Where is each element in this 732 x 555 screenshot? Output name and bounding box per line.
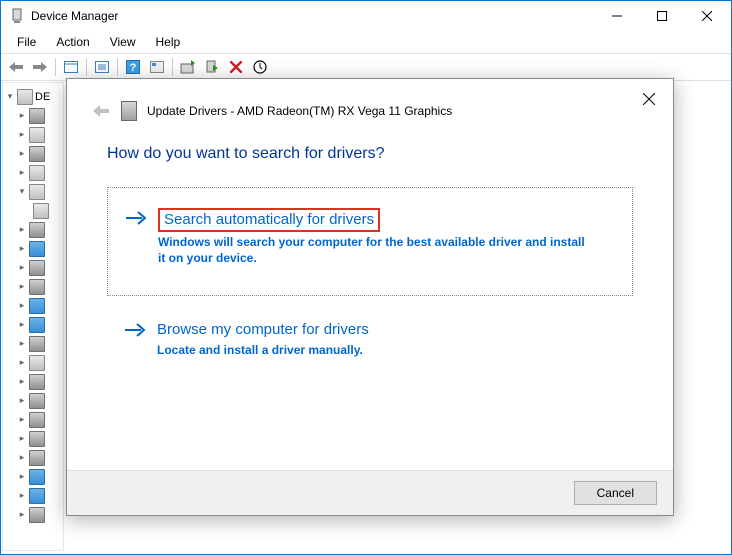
chevron-right-icon[interactable]: ▸	[17, 377, 27, 387]
back-arrow-icon[interactable]	[91, 101, 111, 121]
option-browse[interactable]: Browse my computer for drivers Locate an…	[107, 314, 633, 364]
properties-button[interactable]	[91, 56, 113, 78]
option-browse-title: Browse my computer for drivers	[157, 320, 369, 340]
device-category-icon	[29, 298, 45, 314]
device-category-icon	[29, 146, 45, 162]
device-category-icon	[29, 336, 45, 352]
device-category-icon	[29, 127, 45, 143]
menu-file[interactable]: File	[9, 33, 44, 51]
chevron-down-icon[interactable]: ▾	[17, 187, 27, 197]
chevron-right-icon[interactable]: ▸	[17, 396, 27, 406]
menu-view[interactable]: View	[102, 33, 144, 51]
scan-button[interactable]	[146, 56, 168, 78]
chevron-right-icon[interactable]: ▸	[17, 510, 27, 520]
option-search-auto[interactable]: Search automatically for drivers Windows…	[126, 202, 614, 273]
chevron-right-icon[interactable]: ▸	[17, 472, 27, 482]
device-category-icon	[29, 374, 45, 390]
update-driver-button[interactable]	[177, 56, 199, 78]
chevron-down-icon[interactable]: ▾	[5, 92, 15, 102]
device-category-icon	[29, 450, 45, 466]
update-driver-dialog: Update Drivers - AMD Radeon(TM) RX Vega …	[66, 78, 674, 516]
arrow-right-icon	[125, 323, 145, 339]
device-category-icon	[29, 507, 45, 523]
close-button[interactable]	[684, 2, 729, 31]
menu-action[interactable]: Action	[48, 33, 97, 51]
device-category-icon	[29, 317, 45, 333]
svg-text:?: ?	[130, 62, 137, 74]
forward-button[interactable]	[29, 56, 51, 78]
option-auto-desc: Windows will search your computer for th…	[158, 234, 588, 268]
device-category-icon	[29, 488, 45, 504]
device-category-icon	[29, 412, 45, 428]
device-category-icon	[29, 184, 45, 200]
device-category-icon	[29, 469, 45, 485]
maximize-button[interactable]	[639, 2, 684, 31]
menu-help[interactable]: Help	[148, 33, 189, 51]
chevron-right-icon[interactable]: ▸	[17, 168, 27, 178]
device-category-icon	[29, 260, 45, 276]
device-category-icon	[29, 279, 45, 295]
back-button[interactable]	[5, 56, 27, 78]
chevron-right-icon[interactable]: ▸	[17, 301, 27, 311]
titlebar: Device Manager	[1, 1, 731, 31]
dialog-question: How do you want to search for drivers?	[107, 145, 633, 163]
dialog-close-button[interactable]	[637, 87, 661, 111]
chevron-right-icon[interactable]: ▸	[17, 453, 27, 463]
toolbar: ?	[1, 53, 731, 81]
enable-button[interactable]	[201, 56, 223, 78]
chevron-right-icon[interactable]: ▸	[17, 111, 27, 121]
arrow-right-icon	[126, 211, 146, 227]
menubar: File Action View Help	[1, 31, 731, 53]
chevron-right-icon[interactable]: ▸	[17, 434, 27, 444]
minimize-button[interactable]	[594, 2, 639, 31]
option-auto-title: Search automatically for drivers	[164, 211, 374, 228]
device-category-icon	[29, 165, 45, 181]
window-title: Device Manager	[31, 9, 594, 23]
dialog-title: Update Drivers - AMD Radeon(TM) RX Vega …	[147, 104, 452, 118]
chevron-right-icon[interactable]: ▸	[17, 149, 27, 159]
chevron-right-icon[interactable]: ▸	[17, 491, 27, 501]
tree-root-label: DE	[35, 91, 50, 103]
uninstall-button[interactable]	[225, 56, 247, 78]
device-category-icon	[29, 431, 45, 447]
device-tree[interactable]: ▾DE ▸ ▸ ▸ ▸ ▾ ▸ ▸ ▸ ▸ ▸ ▸ ▸ ▸ ▸ ▸ ▸ ▸ ▸ …	[2, 82, 64, 551]
chevron-right-icon[interactable]: ▸	[17, 339, 27, 349]
chevron-right-icon[interactable]: ▸	[17, 415, 27, 425]
chevron-right-icon[interactable]: ▸	[17, 130, 27, 140]
device-card-icon	[121, 101, 137, 121]
show-hidden-button[interactable]	[60, 56, 82, 78]
device-category-icon	[29, 355, 45, 371]
chevron-right-icon[interactable]: ▸	[17, 244, 27, 254]
help-button[interactable]: ?	[122, 56, 144, 78]
device-category-icon	[29, 222, 45, 238]
device-category-icon	[29, 108, 45, 124]
device-icon	[33, 203, 49, 219]
chevron-right-icon[interactable]: ▸	[17, 225, 27, 235]
computer-icon	[17, 89, 33, 105]
option-browse-desc: Locate and install a driver manually.	[157, 342, 369, 359]
chevron-right-icon[interactable]: ▸	[17, 358, 27, 368]
chevron-right-icon[interactable]: ▸	[17, 320, 27, 330]
cancel-button[interactable]: Cancel	[574, 481, 657, 505]
chevron-right-icon[interactable]: ▸	[17, 282, 27, 292]
chevron-right-icon[interactable]: ▸	[17, 263, 27, 273]
device-category-icon	[29, 241, 45, 257]
scan-hardware-button[interactable]	[249, 56, 271, 78]
app-icon	[9, 8, 25, 24]
device-category-icon	[29, 393, 45, 409]
